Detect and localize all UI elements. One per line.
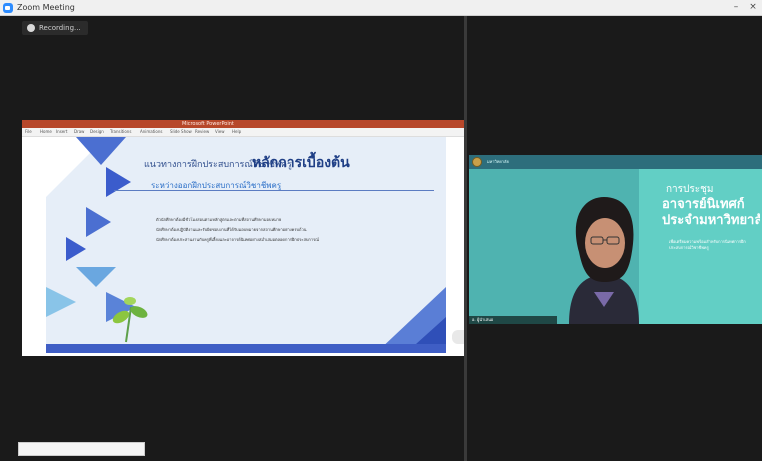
menu-insert[interactable]: Insert: [56, 128, 67, 136]
participant-name: อ. ผู้นำเสนอ: [469, 316, 557, 324]
backdrop-banner: มหาวิทยาลัย: [469, 155, 762, 169]
recording-indicator[interactable]: Recording...: [22, 21, 88, 35]
window-titlebar: Zoom Meeting – ×: [0, 0, 762, 16]
university-seal-icon: [472, 157, 482, 167]
meeting-topic-line: อาจารย์นิเทศก์: [662, 197, 745, 212]
close-button[interactable]: ×: [745, 0, 761, 16]
scroll-handle[interactable]: [452, 330, 464, 344]
organization-name: มหาวิทยาลัย: [487, 159, 509, 164]
participant-video[interactable]: มหาวิทยาลัย การประชุม อาจารย์นิเทศก์ ประ…: [469, 155, 762, 324]
zoom-app-icon: [3, 3, 13, 13]
menu-home[interactable]: Home: [40, 128, 52, 136]
window-title: Zoom Meeting: [17, 3, 75, 12]
minimize-button[interactable]: –: [728, 0, 744, 16]
menu-design[interactable]: Design: [90, 128, 104, 136]
menu-transitions[interactable]: Transitions: [110, 128, 131, 136]
record-icon: [27, 24, 35, 32]
menu-review[interactable]: Review: [195, 128, 209, 136]
menu-help[interactable]: Help: [232, 128, 241, 136]
menu-slideshow[interactable]: Slide Show: [170, 128, 192, 136]
slide-bullet-list: ตัวนักศึกษาต้องมีชั่วโมงสอนตามหลักสูตรแล…: [156, 217, 386, 247]
menu-draw[interactable]: Draw: [74, 128, 84, 136]
menu-animations[interactable]: Animations: [140, 128, 162, 136]
chat-input[interactable]: [18, 442, 145, 456]
menu-view[interactable]: View: [215, 128, 225, 136]
meeting-label: การประชุม: [666, 184, 714, 195]
powerpoint-titlebar: Microsoft PowerPoint: [22, 120, 464, 128]
meeting-topic: อาจารย์นิเทศก์ ประจำมหาวิทยาลัย: [662, 197, 760, 233]
slide-bullet: ตัวนักศึกษาต้องมีชั่วโมงสอนตามหลักสูตรแล…: [156, 217, 282, 222]
slide-heading-large: หลักการเบื้องต้น: [252, 155, 350, 171]
split-divider[interactable]: [464, 16, 467, 461]
meeting-info: เพื่อเตรียมความพร้อมสำหรับการนิเทศการฝึก…: [669, 239, 746, 250]
slide-footer-bar: [46, 344, 446, 353]
recording-label: Recording...: [39, 24, 81, 32]
menu-file[interactable]: File: [25, 128, 32, 136]
participant-person: [569, 197, 639, 324]
slide-bullet: นักศึกษาต้องปฏิบัติงานและรับผิดชอบงานที่…: [156, 227, 307, 232]
document-title: Microsoft PowerPoint: [182, 121, 234, 127]
meeting-topic-line: ประจำมหาวิทยาลัย: [662, 213, 760, 228]
shared-screen: Microsoft PowerPoint File Home Insert Dr…: [22, 120, 464, 356]
slide-bullet: นักศึกษาต้องประสานงานกับครูพี่เลี้ยงและอ…: [156, 237, 319, 242]
presentation-slide: แนวทางการฝึกประสบการณ์วิชาชีพครู หลักการ…: [46, 137, 446, 353]
ribbon-menu: File Home Insert Draw Design Transitions…: [22, 128, 464, 137]
heading-underline: [114, 190, 434, 191]
